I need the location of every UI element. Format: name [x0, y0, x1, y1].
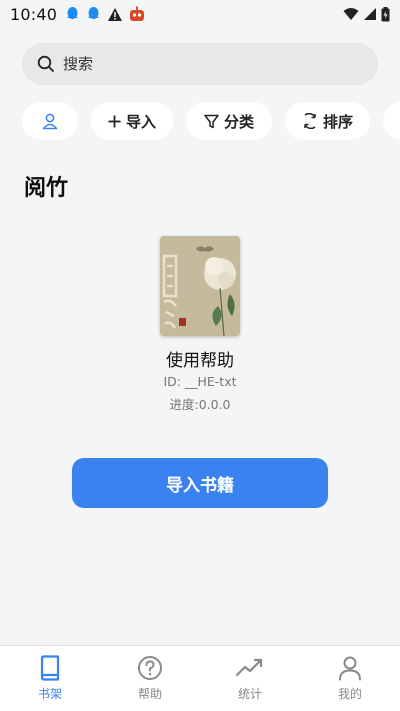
search-input[interactable] [63, 55, 343, 73]
library-title: 阅竹 [24, 176, 69, 201]
person-icon [339, 656, 361, 681]
warning-icon [108, 7, 123, 21]
trend-icon [235, 658, 263, 677]
import-chip-label: 导入 [125, 112, 156, 131]
notification-icons [65, 6, 145, 22]
qq-icon [88, 7, 100, 19]
category-chip-label: 分类 [223, 112, 254, 131]
more-chip[interactable] [383, 102, 400, 140]
sort-chip-label: 排序 [322, 112, 353, 131]
person-icon [42, 113, 58, 130]
wifi-icon [343, 8, 359, 20]
sort-icon [304, 113, 316, 129]
book-cover-image [160, 236, 240, 336]
help-icon [138, 656, 162, 680]
signal-icon [364, 8, 376, 20]
plus-icon [108, 115, 121, 127]
nav-label-stats: 统计 [237, 687, 262, 701]
search-bar[interactable] [22, 43, 378, 85]
nav-item-stats[interactable]: 统计 [200, 646, 300, 711]
app-notification-icon [130, 6, 145, 21]
book-title[interactable]: 使用帮助 [0, 346, 400, 371]
nav-label-bookshelf: 书架 [37, 687, 62, 701]
book-id: ID: __HE-txt [163, 374, 237, 389]
nav-label-me: 我的 [337, 687, 362, 701]
book-card[interactable]: 使用帮助 ID: __HE-txt 进度:0.0.0 [0, 236, 400, 416]
system-status-icons [343, 6, 390, 22]
category-chip[interactable]: 分类 [186, 102, 272, 140]
nav-item-bookshelf[interactable]: 书架 [0, 646, 100, 711]
qq-icon [67, 7, 79, 19]
filter-icon [204, 114, 219, 128]
status-bar: 10:40 [0, 0, 400, 28]
battery-icon [381, 6, 390, 21]
import-books-button[interactable]: 导入书籍 [72, 458, 328, 508]
nav-item-me[interactable]: 我的 [300, 646, 400, 711]
sort-chip[interactable]: 排序 [285, 102, 370, 140]
nav-item-help[interactable]: 帮助 [100, 646, 200, 711]
bottom-nav: 书架 帮助 统计 我的 [0, 645, 400, 711]
book-progress: 进度:0.0.0 [169, 397, 231, 412]
nav-label-help: 帮助 [137, 687, 162, 701]
search-icon [37, 55, 54, 72]
book-icon [40, 655, 60, 681]
filter-chip-row: 导入 分类 排序 [22, 102, 400, 140]
status-time: 10:40 [10, 4, 58, 24]
profile-chip[interactable] [22, 102, 78, 140]
import-chip[interactable]: 导入 [91, 102, 173, 140]
book-cover[interactable] [160, 236, 240, 336]
